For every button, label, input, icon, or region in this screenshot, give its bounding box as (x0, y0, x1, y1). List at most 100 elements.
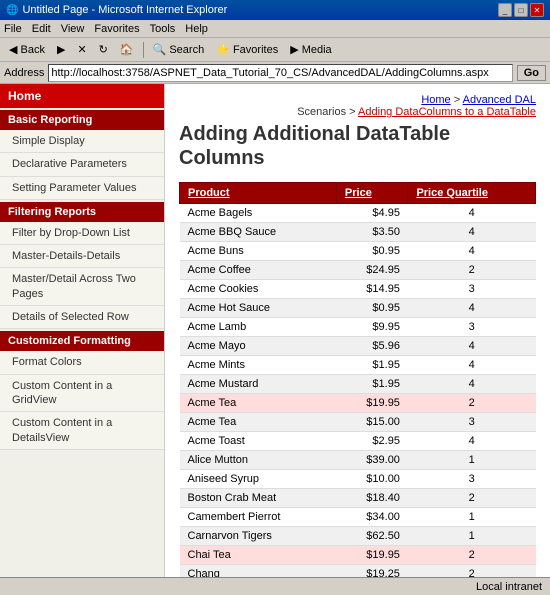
cell-quartile: 4 (408, 242, 536, 261)
sidebar-item-details-selected-row[interactable]: Details of Selected Row (0, 306, 164, 329)
sidebar-item-format-colors[interactable]: Format Colors (0, 351, 164, 374)
cell-product: Acme Mayo (180, 337, 337, 356)
table-row[interactable]: Aniseed Syrup$10.003 (180, 470, 536, 489)
page-title: Adding Additional DataTable Columns (179, 122, 536, 170)
cell-price: $1.95 (336, 356, 408, 375)
cell-price: $39.00 (336, 451, 408, 470)
cell-quartile: 2 (408, 261, 536, 280)
menu-favorites[interactable]: Favorites (94, 23, 139, 35)
breadcrumb-section[interactable]: Advanced DAL (463, 94, 536, 106)
sidebar-item-custom-detailsview[interactable]: Custom Content in a DetailsView (0, 412, 164, 450)
cell-product: Acme Coffee (180, 261, 337, 280)
menu-help[interactable]: Help (185, 23, 208, 35)
cell-quartile: 3 (408, 413, 536, 432)
table-row[interactable]: Acme Bagels$4.954 (180, 204, 536, 223)
cell-price: $1.95 (336, 375, 408, 394)
menu-tools[interactable]: Tools (150, 23, 176, 35)
forward-button[interactable]: ▶ (52, 41, 70, 58)
table-row[interactable]: Acme Mayo$5.964 (180, 337, 536, 356)
col-header-quartile[interactable]: Price Quartile (408, 183, 536, 204)
breadcrumb-home[interactable]: Home (421, 94, 450, 106)
cell-product: Chai Tea (180, 546, 337, 565)
table-row[interactable]: Acme Mints$1.954 (180, 356, 536, 375)
table-row[interactable]: Acme Mustard$1.954 (180, 375, 536, 394)
sidebar-item-master-details[interactable]: Master-Details-Details (0, 245, 164, 268)
cell-product: Acme Tea (180, 394, 337, 413)
title-bar-text: Untitled Page - Microsoft Internet Explo… (22, 4, 227, 16)
table-row[interactable]: Boston Crab Meat$18.402 (180, 489, 536, 508)
cell-product: Boston Crab Meat (180, 489, 337, 508)
data-table: Product Price Price Quartile Acme Bagels… (179, 182, 536, 595)
cell-price: $9.95 (336, 318, 408, 337)
cell-quartile: 4 (408, 223, 536, 242)
sidebar-item-filter-dropdown[interactable]: Filter by Drop-Down List (0, 222, 164, 245)
menu-view[interactable]: View (61, 23, 85, 35)
cell-quartile: 4 (408, 375, 536, 394)
cell-quartile: 3 (408, 280, 536, 299)
cell-quartile: 2 (408, 489, 536, 508)
address-input[interactable] (48, 64, 512, 82)
cell-quartile: 2 (408, 394, 536, 413)
media-button[interactable]: ▶ Media (285, 41, 336, 58)
close-button[interactable]: ✕ (530, 3, 544, 17)
maximize-button[interactable]: □ (514, 3, 528, 17)
cell-product: Acme Mints (180, 356, 337, 375)
table-row[interactable]: Acme Toast$2.954 (180, 432, 536, 451)
cell-product: Acme Bagels (180, 204, 337, 223)
sidebar-item-setting-parameters[interactable]: Setting Parameter Values (0, 177, 164, 200)
home-button[interactable]: 🏠 (115, 41, 139, 58)
table-row[interactable]: Camembert Pierrot$34.001 (180, 508, 536, 527)
sidebar-item-simple-display[interactable]: Simple Display (0, 130, 164, 153)
table-row[interactable]: Acme Hot Sauce$0.954 (180, 299, 536, 318)
cell-product: Acme Buns (180, 242, 337, 261)
title-bar-buttons[interactable]: _ □ ✕ (498, 3, 544, 17)
breadcrumb: Home > Advanced DAL Scenarios > Adding D… (179, 94, 536, 118)
cell-product: Acme Cookies (180, 280, 337, 299)
table-row[interactable]: Acme Tea$19.952 (180, 394, 536, 413)
address-label: Address (4, 67, 44, 79)
main-area: Home Basic Reporting Simple Display Decl… (0, 84, 550, 595)
table-row[interactable]: Acme Lamb$9.953 (180, 318, 536, 337)
sidebar-section-customized: Customized Formatting (0, 331, 164, 351)
table-row[interactable]: Acme Cookies$14.953 (180, 280, 536, 299)
sidebar-item-declarative-parameters[interactable]: Declarative Parameters (0, 153, 164, 176)
title-bar-left: 🌐 Untitled Page - Microsoft Internet Exp… (6, 4, 227, 16)
cell-product: Alice Mutton (180, 451, 337, 470)
cell-quartile: 4 (408, 337, 536, 356)
cell-quartile: 4 (408, 299, 536, 318)
toolbar-separator (143, 42, 144, 58)
table-row[interactable]: Chai Tea$19.952 (180, 546, 536, 565)
menu-file[interactable]: File (4, 23, 22, 35)
sidebar-home[interactable]: Home (0, 84, 164, 108)
back-button[interactable]: ◀ Back (4, 41, 50, 58)
favorites-button[interactable]: ⭐ Favorites (211, 41, 283, 58)
table-row[interactable]: Acme BBQ Sauce$3.504 (180, 223, 536, 242)
table-row[interactable]: Acme Buns$0.954 (180, 242, 536, 261)
table-row[interactable]: Acme Coffee$24.952 (180, 261, 536, 280)
cell-product: Acme Hot Sauce (180, 299, 337, 318)
col-header-product[interactable]: Product (180, 183, 337, 204)
search-button[interactable]: 🔍 Search (148, 41, 210, 58)
cell-quartile: 3 (408, 318, 536, 337)
go-button[interactable]: Go (517, 65, 546, 81)
stop-button[interactable]: ✕ (72, 41, 91, 58)
cell-price: $3.50 (336, 223, 408, 242)
menu-bar: File Edit View Favorites Tools Help (0, 20, 550, 38)
sidebar-section-filtering: Filtering Reports (0, 202, 164, 222)
cell-price: $0.95 (336, 242, 408, 261)
cell-price: $14.95 (336, 280, 408, 299)
refresh-button[interactable]: ↻ (94, 41, 113, 58)
minimize-button[interactable]: _ (498, 3, 512, 17)
sidebar-item-master-detail-pages[interactable]: Master/Detail Across Two Pages (0, 268, 164, 306)
col-header-price[interactable]: Price (336, 183, 408, 204)
table-row[interactable]: Acme Tea$15.003 (180, 413, 536, 432)
table-row[interactable]: Alice Mutton$39.001 (180, 451, 536, 470)
menu-edit[interactable]: Edit (32, 23, 51, 35)
cell-quartile: 1 (408, 451, 536, 470)
cell-quartile: 3 (408, 470, 536, 489)
table-row[interactable]: Carnarvon Tigers$62.501 (180, 527, 536, 546)
sidebar-item-custom-gridview[interactable]: Custom Content in a GridView (0, 375, 164, 413)
cell-price: $19.95 (336, 546, 408, 565)
cell-product: Carnarvon Tigers (180, 527, 337, 546)
cell-product: Aniseed Syrup (180, 470, 337, 489)
